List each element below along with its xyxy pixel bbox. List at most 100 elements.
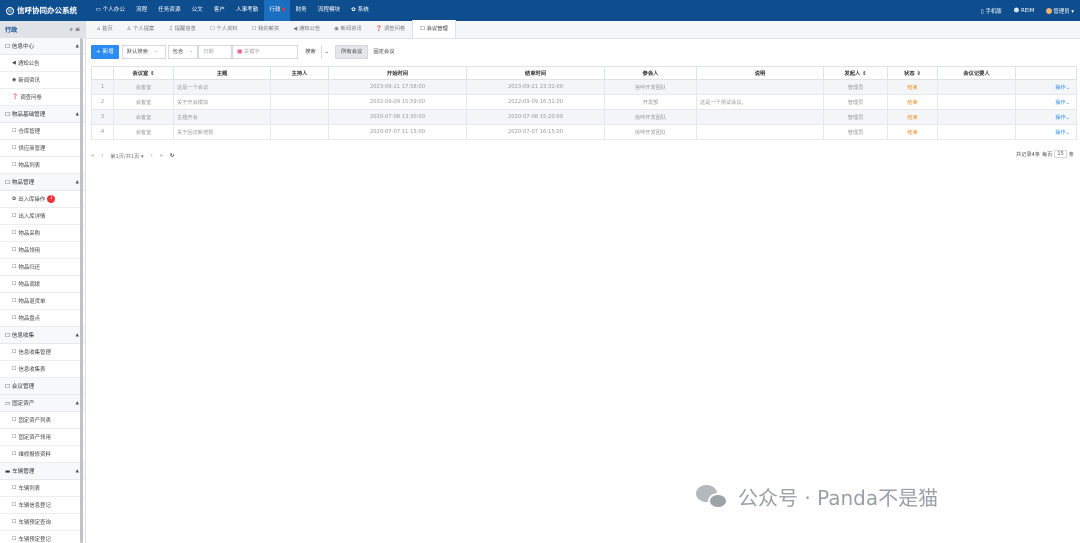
sidebar-scrollbar[interactable] (80, 38, 83, 543)
tab-7[interactable]: ❓ 调查问卷 (369, 20, 412, 38)
table-cell: 1 (91, 79, 114, 95)
page-tabs: ⌂ 首页 ♙ 个人提案 ♫ 提醒信息 ☐ 个人资料 ☐ 我的薪资 ◀ 通知公告 ◉ 新闻资讯… (86, 20, 1080, 39)
tab-4[interactable]: ☐ 我的薪资 (245, 20, 287, 38)
sidebar-item[interactable]: ☐ 供应商管理 (0, 140, 85, 157)
sidebar-group[interactable]: ▭ 固定资产 ▲ (0, 395, 85, 412)
sidebar-item[interactable]: ☐ 物品采购 (0, 225, 85, 242)
table-row[interactable]: 2 会客室 关于开会模拟 2022-09-09 15:59:00 2022-09-09 … (91, 94, 1077, 110)
column-header[interactable]: 会议室 ⇕ (113, 66, 174, 80)
reim-link[interactable]: ☻ REIM (1014, 8, 1035, 14)
refresh-icon[interactable]: ↻ (170, 153, 174, 159)
sidebar-item[interactable]: ❓ 调查问卷 (0, 89, 85, 106)
row-action-button[interactable]: 操作⌄ (1015, 109, 1077, 125)
tab-2[interactable]: ♫ 提醒信息 (161, 20, 203, 38)
column-header[interactable]: 发起人 ⇕ (823, 66, 888, 80)
nav-item-3[interactable]: 公文 (186, 0, 208, 21)
operator-select[interactable]: 包含 ⌄ (167, 45, 199, 59)
sidebar-item[interactable]: ☐ 物品列表 (0, 157, 85, 174)
sidebar-item[interactable]: ☐ 物品盘点 (0, 310, 85, 327)
nav-item-7[interactable]: 财务 (290, 0, 312, 21)
nav-item-5[interactable]: 人事考勤 (230, 0, 263, 21)
table-cell: 信呼开发团队 (604, 124, 697, 140)
app-title: 信呼协同办公系统 (17, 6, 77, 15)
add-button[interactable]: + 新增 (91, 45, 119, 59)
all-meetings-button[interactable]: 所有会议 (335, 45, 369, 59)
page-select[interactable]: 第1页/共1页 ▾ (110, 153, 143, 160)
tab-0[interactable]: ⌂ 首页 (90, 20, 120, 38)
table-row[interactable]: 3 会客室 主题开会 2020-07-08 13:30:00 2020-07-08 15… (91, 109, 1077, 125)
page-size-input[interactable]: 15 (1054, 150, 1067, 158)
nav-item-8[interactable]: 流程模块 (312, 0, 345, 21)
column-header: 主题 (173, 66, 271, 80)
sidebar-group[interactable]: ☐ 物品管理 ▲ (0, 174, 85, 191)
nav-item-0[interactable]: ▭ 个人办公 (90, 0, 130, 21)
row-action-button[interactable]: 操作⌄ (1015, 79, 1077, 95)
sidebar-item[interactable]: ☐ 固定资产列表 (0, 412, 85, 429)
doc-icon: ☐ (12, 264, 17, 270)
sidebar-item[interactable]: ☐ 信息收集表 (0, 361, 85, 378)
table-cell: 这是一个测试会议。 (696, 94, 824, 110)
table-cell: 会客室 (113, 79, 174, 95)
row-action-button[interactable]: 操作⌄ (1015, 124, 1077, 140)
nav-item-6[interactable]: 行政 (263, 0, 291, 21)
sidebar-item[interactable]: ☐ 物品领用 (0, 242, 85, 259)
menu-icon[interactable]: ≡ (75, 26, 80, 33)
date-input[interactable]: 日期 (198, 45, 233, 59)
keyword-input[interactable]: ▦ 关键字 (232, 45, 299, 59)
doc-icon: ☐ (12, 247, 17, 253)
table-cell: 管理员 (823, 79, 888, 95)
sidebar-item[interactable]: ☐ 仓库管理 (0, 123, 85, 140)
sidebar-group[interactable]: ☐ 信息收集 ▲ (0, 327, 85, 344)
sidebar-item[interactable]: ☐ 车辆预定查询 (0, 514, 85, 531)
sidebar-group[interactable]: ☐ 信息中心 ▲ (0, 38, 85, 55)
count-badge: 1 (47, 195, 56, 203)
sidebar-group[interactable]: ▬ 车辆管理 ▲ (0, 463, 85, 480)
tab-8[interactable]: ☐ 会议管理 (412, 20, 456, 38)
search-button[interactable]: 搜索 (300, 45, 321, 59)
nav-item-9[interactable]: ✿ 系统 (346, 0, 375, 21)
chevron-up-icon: ▲ (75, 468, 79, 474)
sidebar-group[interactable]: ☐ 物品基础管理 ▲ (0, 106, 85, 123)
sidebar-group[interactable]: ☐ 会议管理 (0, 378, 85, 395)
tab-5[interactable]: ◀ 通知公告 (286, 20, 327, 38)
search-type-select[interactable]: 默认搜索 ⌄ (121, 45, 166, 59)
sidebar-item[interactable]: ☐ 车辆预定登记 (0, 531, 85, 543)
sidebar-item[interactable]: ☐ 维修报修资料 (0, 446, 85, 463)
prev-page-button[interactable]: ‹ (101, 153, 103, 159)
doc-icon: ☐ (12, 417, 17, 423)
sidebar-item[interactable]: ☐ 车辆信息登记 (0, 497, 85, 514)
table-cell: 信呼开发团队 (604, 79, 697, 95)
nav-item-4[interactable]: 客户 (208, 0, 230, 21)
sidebar-item[interactable]: ☐ 信息收集管理 (0, 344, 85, 361)
last-page-button[interactable]: » (160, 153, 163, 159)
table-cell (937, 124, 1016, 140)
sidebar-item[interactable]: ☐ 出入库详情 (0, 208, 85, 225)
nav-item-2[interactable]: 任务资源 (153, 0, 186, 21)
sidebar-item[interactable]: ☐ 物品归还 (0, 259, 85, 276)
tab-3[interactable]: ☐ 个人资料 (203, 20, 245, 38)
sidebar-item[interactable]: ◀ 通知公告 (0, 55, 85, 72)
table-row[interactable]: 4 会客室 关于回访新增规 2020-07-07 11:15:00 2020-07-07… (91, 124, 1077, 140)
app-brand[interactable]: ◎ 信呼协同办公系统 (0, 5, 90, 16)
nav-item-1[interactable]: 流程 (130, 0, 152, 21)
folder-icon: ☐ (5, 44, 12, 50)
tab-1[interactable]: ♙ 个人提案 (120, 20, 162, 38)
search-icon[interactable]: ⌕ (70, 26, 73, 33)
mobile-link[interactable]: ▯ 手机版 (981, 7, 1002, 15)
tab-6[interactable]: ◉ 新闻资讯 (327, 20, 369, 38)
user-menu[interactable]: 管理员 ▾ (1046, 7, 1074, 15)
column-header[interactable]: 状态 ⇕ (887, 66, 938, 80)
sidebar-item[interactable]: ◉ 新闻资讯 (0, 72, 85, 89)
search-dropdown-button[interactable]: ⌄ (320, 45, 332, 59)
sidebar-item[interactable]: ☐ 物品调拨 (0, 276, 85, 293)
sidebar-item[interactable]: ✿ 出入库操作 1 (0, 191, 85, 208)
table-cell: 这是一个会议 (173, 79, 271, 95)
first-page-button[interactable]: « (91, 153, 94, 159)
sidebar-item[interactable]: ☐ 车辆列表 (0, 480, 85, 497)
fixed-meetings-button[interactable]: 固定会议 (368, 45, 399, 59)
sidebar-item[interactable]: ☐ 固定资产领用 (0, 429, 85, 446)
sidebar-item[interactable]: ☐ 物品退货单 (0, 293, 85, 310)
row-action-button[interactable]: 操作⌄ (1015, 94, 1077, 110)
next-page-button[interactable]: › (151, 153, 153, 159)
table-row[interactable]: 1 会客室 这是一个会议 2023-09-21 17:58:00 2023-09-21 … (91, 79, 1077, 95)
